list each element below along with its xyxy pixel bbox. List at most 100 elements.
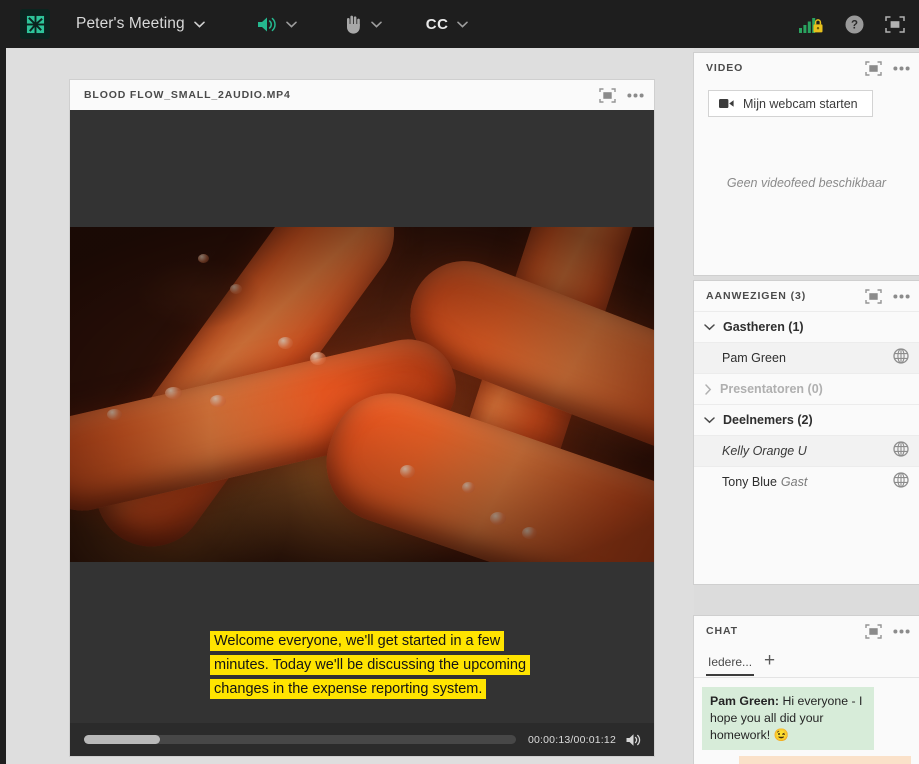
letterbox-top (70, 110, 654, 227)
blood-cell (107, 409, 122, 420)
adobe-connect-logo[interactable] (20, 9, 50, 39)
video-playback-controls: 00:00:13/00:01:12 (70, 723, 654, 756)
chevron-down-icon (285, 21, 297, 28)
attendee-row[interactable]: Tony Blue Gast (694, 466, 919, 497)
chevron-down-icon (456, 21, 468, 28)
maximize-pod-icon[interactable] (865, 288, 882, 304)
attendees-pod-header-icons (865, 288, 910, 304)
pod-options-icon[interactable] (893, 629, 910, 634)
blood-cell (165, 387, 182, 399)
start-webcam-label: Mijn webcam starten (743, 96, 858, 111)
meeting-title-menu[interactable]: Peter's Meeting (76, 15, 205, 33)
maximize-pod-icon[interactable] (599, 87, 616, 103)
meeting-window: Peter's Meeting CC ? BLOOD FLOW_SMALL_2A… (0, 0, 919, 764)
group-label: Presentatoren (0) (720, 382, 823, 396)
share-pod-header-icons (599, 87, 644, 103)
attendee-group-hosts[interactable]: Gastheren (1) (694, 311, 919, 342)
attendee-group-presenters[interactable]: Presentatoren (0) (694, 373, 919, 404)
blood-cell (490, 512, 506, 525)
pod-options-icon[interactable] (893, 294, 910, 299)
network-signal-secure-icon[interactable] (799, 15, 824, 34)
speaker-on-icon (257, 17, 276, 31)
globe-glyph (893, 347, 909, 364)
attendee-row[interactable]: Kelly Orange U (694, 435, 919, 466)
maximize-pod-icon[interactable] (865, 60, 882, 76)
share-pod: BLOOD FLOW_SMALL_2AUDIO.MP4 Welcome ever… (70, 80, 654, 756)
meeting-title: Peter's Meeting (76, 15, 185, 32)
chat-pod-header-icons (865, 623, 910, 639)
left-edge-strip (0, 48, 6, 764)
chevron-down-icon (704, 417, 715, 424)
right-pod-rail: VIDEO Mijn webcam starten Geen videofeed… (694, 48, 919, 764)
video-pod-header-icons (865, 60, 910, 76)
closed-caption-overlay: Welcome everyone, we'll get started in a… (210, 629, 555, 701)
chevron-down-icon (193, 21, 205, 28)
globe-icon[interactable] (893, 440, 909, 462)
chat-pod: CHAT Iedere... + Pam Green: Hi everyone … (694, 616, 919, 764)
group-label: Gastheren (1) (723, 320, 804, 334)
share-pod-header: BLOOD FLOW_SMALL_2AUDIO.MP4 (70, 80, 654, 110)
menu-bar-right-icons: ? (799, 0, 905, 48)
volume-glyph (626, 733, 641, 746)
share-pod-title: BLOOD FLOW_SMALL_2AUDIO.MP4 (84, 89, 291, 101)
playback-time: 00:00:13/00:01:12 (527, 733, 616, 746)
attendee-group-participants[interactable]: Deelnemers (2) (694, 404, 919, 435)
attendee-row[interactable]: Pam Green (694, 342, 919, 373)
chevron-down-icon (370, 21, 382, 28)
chevron-down-icon (704, 324, 715, 331)
camera-icon (719, 99, 734, 108)
pod-options-icon[interactable] (627, 93, 644, 98)
help-circle-icon[interactable]: ? (845, 15, 864, 34)
video-pod-title: VIDEO (706, 62, 744, 74)
logo-glyph (26, 15, 44, 33)
attendees-pod: AANWEZIGEN (3) Gastheren (1) Pam Green P… (694, 281, 919, 584)
volume-icon[interactable] (626, 733, 642, 747)
globe-icon[interactable] (893, 347, 909, 369)
tab-everyone[interactable]: Iedere... (706, 648, 755, 676)
fullscreen-icon[interactable] (885, 15, 905, 33)
cc-label: CC (425, 15, 449, 33)
blood-cell (210, 395, 226, 407)
start-webcam-button[interactable]: Mijn webcam starten (708, 90, 873, 117)
attendee-list: Gastheren (1) Pam Green Presentatoren (0… (694, 311, 919, 584)
audio-menu[interactable] (257, 16, 297, 33)
caption-text: Welcome everyone, we'll get started in a… (210, 631, 531, 699)
blood-cell (522, 527, 537, 539)
attendee-name: Tony Blue (722, 475, 777, 489)
blood-cell (198, 254, 209, 263)
video-display-area[interactable]: Welcome everyone, we'll get started in a… (70, 110, 654, 723)
raise-hand-icon (346, 15, 360, 34)
blood-cell (400, 465, 415, 478)
globe-glyph (893, 471, 909, 488)
svg-text:?: ? (851, 19, 858, 31)
video-pod: VIDEO Mijn webcam starten Geen videofeed… (694, 53, 919, 275)
chat-pod-header: CHAT (694, 616, 919, 646)
globe-icon[interactable] (893, 471, 909, 493)
attendees-pod-title: AANWEZIGEN (3) (706, 290, 807, 302)
attendee-name: Kelly Orange U (722, 444, 807, 458)
top-menu-bar: Peter's Meeting CC ? (0, 0, 919, 48)
chat-tab-bar: Iedere... + (694, 646, 919, 678)
plus-icon[interactable]: + (764, 651, 775, 673)
chat-message: You: I got *most* of it done… 😳 (739, 756, 911, 764)
blood-cell (230, 284, 242, 294)
globe-glyph (893, 440, 909, 457)
seek-bar[interactable] (84, 735, 516, 744)
meeting-stage: BLOOD FLOW_SMALL_2AUDIO.MP4 Welcome ever… (6, 48, 694, 764)
chat-pod-title: CHAT (706, 625, 738, 637)
blood-cell (310, 352, 326, 365)
video-pod-header: VIDEO (694, 53, 919, 83)
raise-hand-menu[interactable] (345, 15, 382, 34)
attendee-role: Gast (780, 475, 808, 489)
blood-cell (278, 337, 293, 349)
chat-message-list: Pam Green: Hi everyone - I hope you all … (694, 678, 919, 764)
no-video-feed-message: Geen videofeed beschikbaar (726, 176, 887, 190)
webcam-button-row: Mijn webcam starten (694, 83, 919, 117)
attendees-pod-header: AANWEZIGEN (3) (694, 281, 919, 311)
closed-captions-menu[interactable]: CC (426, 16, 468, 33)
attendee-name: Pam Green (722, 351, 786, 365)
blood-cell (462, 482, 475, 493)
maximize-pod-icon[interactable] (865, 623, 882, 639)
pod-options-icon[interactable] (893, 66, 910, 71)
chat-message: Pam Green: Hi everyone - I hope you all … (702, 687, 874, 750)
